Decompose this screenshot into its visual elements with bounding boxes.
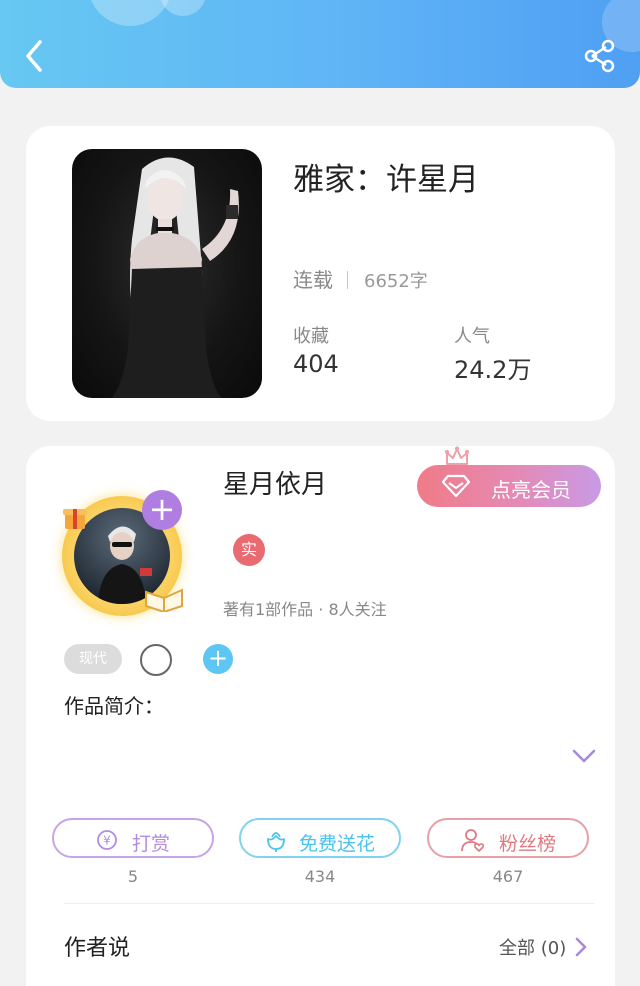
vip-button-label: 点亮会员 [491,478,571,502]
cover-illustration [112,157,239,398]
serial-status: 连载 [293,268,333,292]
book-info-card: 雅家：许星月 连载 6652字 收藏 404 人气 24.2万 [26,126,615,421]
avatar-frame-book-icon [145,588,183,612]
send-flower-button[interactable]: 免费送花 [239,818,401,858]
synopsis-label: 作品简介： [64,694,164,718]
reward-button[interactable]: ¥ 打赏 [52,818,214,858]
author-says-title: 作者说 [64,936,131,961]
header-decoration-bubble [160,0,206,16]
yen-coin-icon: ¥ [97,830,117,850]
popularity-label: 人气 [454,326,490,347]
header-decoration-bubble [88,0,172,26]
book-status-row: 连载 6652字 [293,264,428,293]
author-meta: 著有1部作品 · 8人关注 [223,600,387,619]
popularity-count: 24.2万 [454,356,532,384]
book-title: 雅家：许星月 [293,162,479,198]
favorites-label: 收藏 [293,326,329,347]
reward-count: 5 [127,867,139,886]
avatar-frame-gift-icon [63,509,87,529]
flower-icon [267,832,285,852]
author-says-all-button[interactable] [574,936,588,958]
flower-count: 434 [304,867,336,886]
section-divider [64,903,594,904]
empty-tag-slot[interactable] [140,644,172,676]
author-says-all-link[interactable]: 全部 (0) [499,934,566,960]
word-count: 6652字 [364,271,428,292]
fan-count: 467 [492,867,524,886]
fan-ranking-label: 粉丝榜 [499,833,557,855]
back-button[interactable] [18,36,52,76]
svg-text:¥: ¥ [103,834,111,848]
add-tag-button[interactable]: + [203,644,233,674]
activate-vip-button[interactable]: 点亮会员 [417,465,601,507]
chevron-right-icon [575,937,587,957]
share-button[interactable] [580,38,620,74]
verified-badge: 实 [233,534,265,566]
reward-label: 打赏 [132,833,171,855]
author-name: 星月依月 [223,470,328,500]
follow-author-button[interactable]: + [142,490,182,530]
share-icon [584,39,615,73]
chevron-down-icon [572,749,596,763]
diamond-icon [441,474,471,498]
top-app-bar [0,0,640,88]
send-flower-label: 免费送花 [299,833,376,855]
divider [347,271,348,289]
fan-ranking-button[interactable]: 粉丝榜 [427,818,589,858]
expand-synopsis-button[interactable] [571,746,597,766]
book-cover-image[interactable] [72,149,262,398]
author-card: + 星月依月 点亮会员 实 著有1部作品 · 8人关注 现代 + 作品简介： ¥… [26,446,615,986]
favorites-count: 404 [293,350,339,378]
genre-tag[interactable]: 现代 [64,644,122,674]
user-heart-icon [461,829,485,852]
chevron-left-icon [26,40,42,72]
